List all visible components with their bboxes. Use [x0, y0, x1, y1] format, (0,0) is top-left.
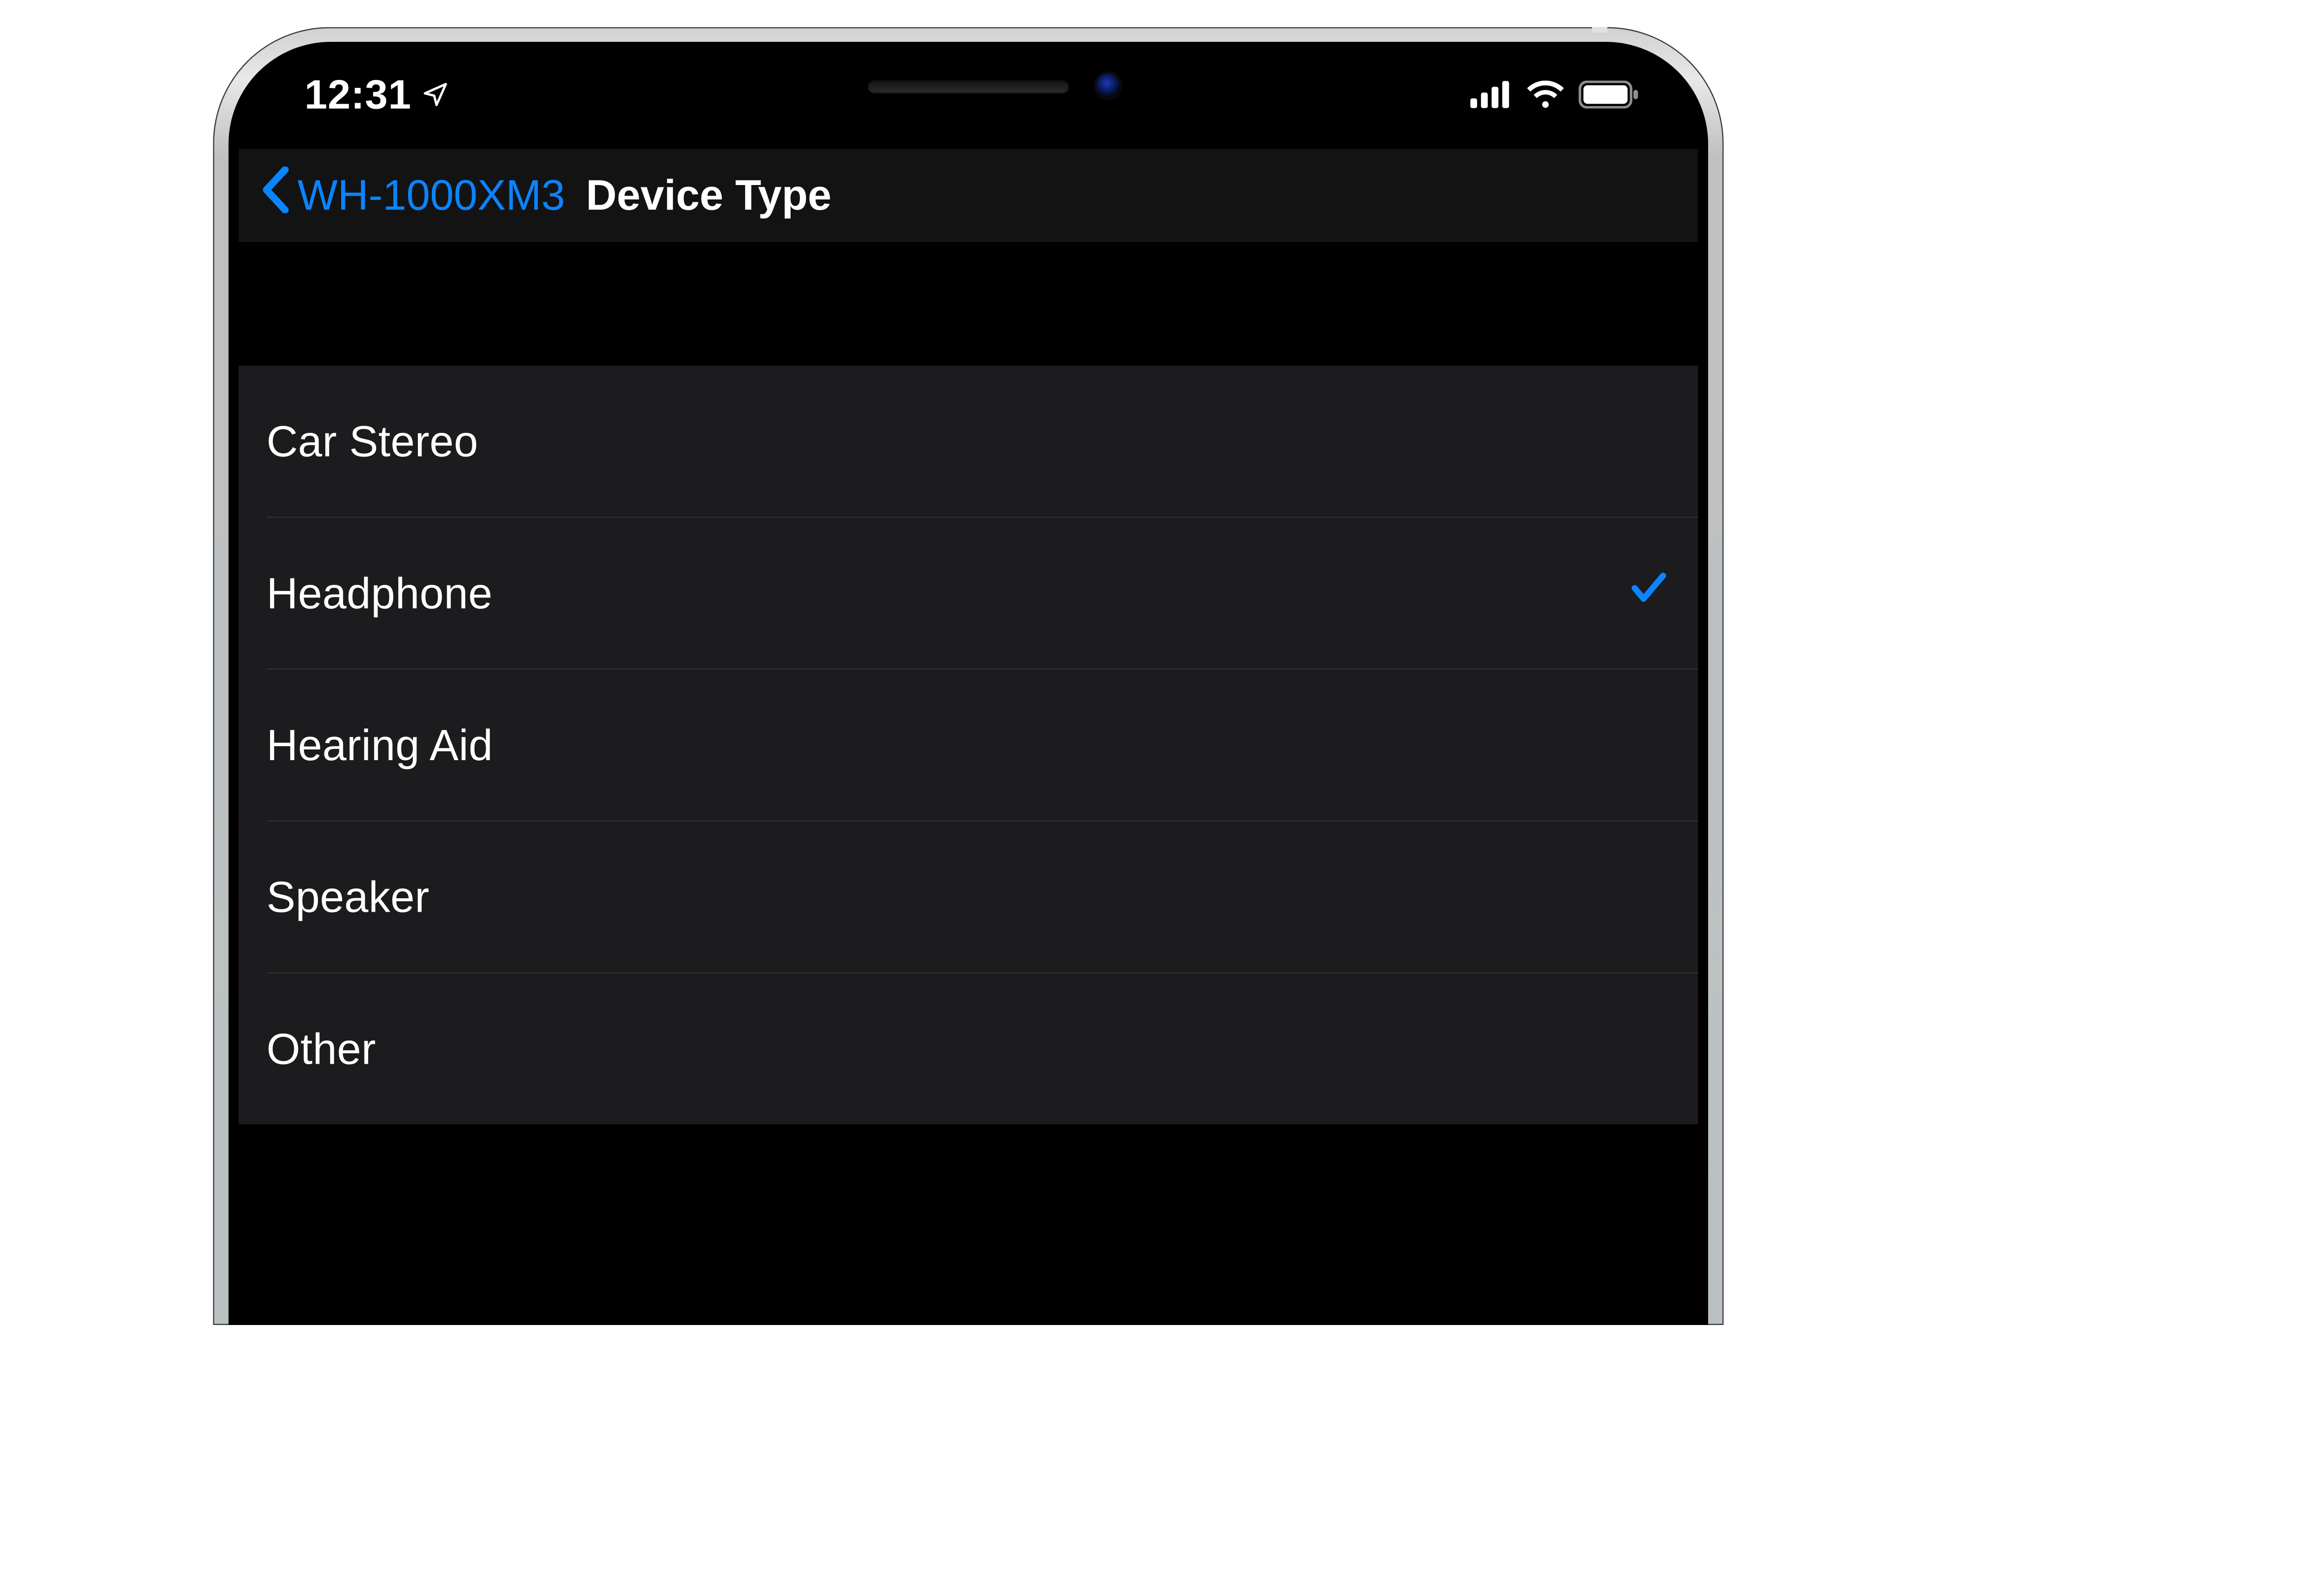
- option-label: Car Stereo: [266, 416, 478, 466]
- option-label: Hearing Aid: [266, 720, 493, 770]
- navigation-bar: WH-1000XM3 Device Type: [238, 149, 1698, 242]
- option-label: Headphone: [266, 568, 492, 618]
- notch: [616, 52, 1321, 122]
- option-car-stereo[interactable]: Car Stereo: [238, 366, 1698, 517]
- status-time: 12:31: [304, 71, 411, 118]
- battery-icon: [1578, 80, 1640, 108]
- chevron-left-icon: [261, 166, 290, 223]
- back-button[interactable]: WH-1000XM3: [261, 166, 565, 223]
- back-label: WH-1000XM3: [297, 170, 565, 219]
- list-top-spacer: [238, 242, 1698, 366]
- option-label: Other: [266, 1024, 376, 1074]
- option-speaker[interactable]: Speaker: [238, 822, 1698, 973]
- location-arrow-icon: [422, 71, 449, 118]
- front-camera: [1096, 73, 1120, 98]
- option-headphone[interactable]: Headphone: [238, 517, 1698, 669]
- checkmark-icon: [1628, 567, 1670, 619]
- device-frame: 12:31: [213, 27, 1723, 1325]
- screen: 12:31: [238, 52, 1698, 1317]
- option-other[interactable]: Other: [238, 973, 1698, 1124]
- antenna-band: [1592, 27, 1607, 33]
- cellular-signal-icon: [1470, 81, 1513, 108]
- page-title: Device Type: [586, 170, 832, 219]
- device-type-list: Car Stereo Headphone: [238, 366, 1698, 1125]
- option-hearing-aid[interactable]: Hearing Aid: [238, 669, 1698, 821]
- earpiece-speaker: [868, 80, 1069, 93]
- option-label: Speaker: [266, 872, 429, 922]
- wifi-icon: [1526, 80, 1565, 108]
